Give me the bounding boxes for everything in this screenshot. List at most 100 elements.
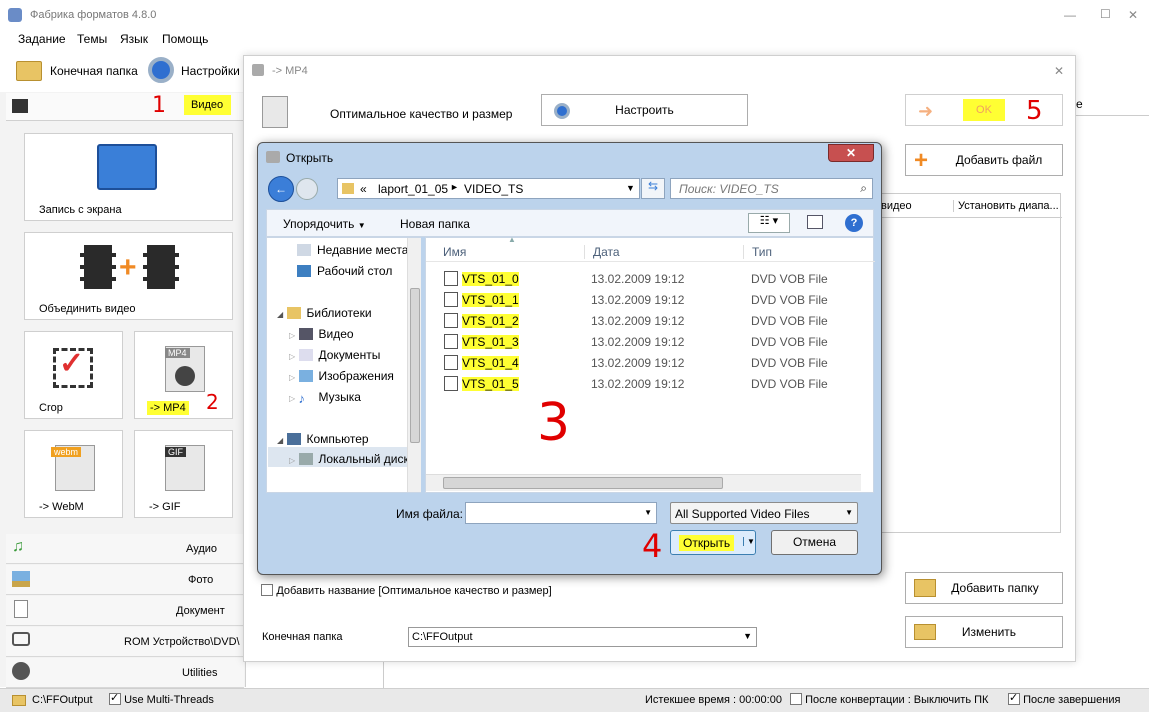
file-name: VTS_01_5 (462, 377, 519, 391)
cancel-button[interactable]: Отмена (771, 530, 858, 555)
tree-item-local-disk[interactable]: ▷ Локальный диск (268, 447, 408, 467)
file-row[interactable]: VTS_01_5 13.02.2009 19:12 DVD VOB File (442, 374, 882, 394)
menu-language[interactable]: Язык (120, 32, 148, 46)
mp4-dialog-close[interactable]: ✕ (1054, 64, 1064, 78)
column-type[interactable]: Тип (743, 245, 772, 259)
file-row[interactable]: VTS_01_4 13.02.2009 19:12 DVD VOB File (442, 353, 882, 373)
tile-label: -> MP4 (147, 401, 189, 415)
filetype-select[interactable]: All Supported Video Files ▼ (670, 502, 858, 524)
add-name-checkbox[interactable]: Добавить название [Оптимальное качество … (261, 583, 552, 597)
change-label: Изменить (961, 625, 1017, 639)
tree-item-recent[interactable]: Недавние места (297, 243, 408, 257)
tile-merge-video[interactable]: + Объединить видео (24, 232, 233, 320)
after-finish-checkbox[interactable]: После завершения (1008, 691, 1120, 706)
column-date[interactable]: Дата (584, 245, 620, 259)
file-row[interactable]: VTS_01_2 13.02.2009 19:12 DVD VOB File (442, 311, 882, 331)
help-icon[interactable]: ? (845, 214, 863, 232)
status-path[interactable]: C:\FFOutput (32, 694, 93, 706)
tree-item-video[interactable]: ▷ Видео (289, 327, 354, 341)
column-range[interactable]: Установить диапа... (953, 200, 1059, 212)
settings-label: Настройки (181, 64, 240, 78)
app-titlebar: Фабрика форматов 4.8.0 — ☐ ✕ (0, 0, 1149, 30)
open-button[interactable]: Открыть ▼ (670, 530, 756, 555)
organize-menu[interactable]: Упорядочить ▼ (283, 217, 366, 231)
chevron-right-icon: ► (450, 182, 459, 192)
gear-icon (554, 103, 570, 119)
tree-item-documents[interactable]: ▷ Документы (289, 348, 380, 362)
tile-to-gif[interactable]: GIF -> GIF (134, 430, 233, 518)
preview-pane-button[interactable] (807, 215, 823, 229)
open-dialog-close[interactable]: ✕ (828, 144, 874, 162)
search-box[interactable]: Поиск: VIDEO_TS ⌕ (670, 178, 873, 199)
menu-task[interactable]: Задание (18, 32, 66, 46)
file-hscrollbar[interactable] (426, 474, 861, 491)
tree-scroll-thumb[interactable] (410, 288, 420, 443)
change-button[interactable]: Изменить (905, 616, 1063, 648)
tree-scrollbar[interactable] (407, 238, 421, 492)
back-button[interactable]: ← (268, 176, 294, 202)
add-file-button[interactable]: + Добавить файл (905, 144, 1063, 176)
collapse-icon: ▷ (289, 373, 296, 382)
section-photo[interactable]: Фото (6, 565, 244, 595)
section-audio[interactable]: ♫ Аудио (6, 534, 244, 564)
checkbox-box (109, 691, 121, 705)
add-folder-button[interactable]: Добавить папку (905, 572, 1063, 604)
minimize-button[interactable]: — (1064, 8, 1076, 22)
tree-label: Компьютер (306, 432, 369, 446)
configure-button[interactable]: Настроить (541, 94, 748, 126)
section-utilities[interactable]: Utilities (6, 658, 244, 688)
film-strip-icon (80, 245, 116, 289)
close-button[interactable]: ✕ (1128, 8, 1138, 22)
tile-screen-record[interactable]: Запись с экрана (24, 133, 233, 221)
file-row[interactable]: VTS_01_3 13.02.2009 19:12 DVD VOB File (442, 332, 882, 352)
tile-to-mp4[interactable]: MP4 -> MP4 2 (134, 331, 233, 419)
chevron-down-icon: ▼ (743, 631, 752, 641)
forward-button[interactable] (296, 178, 318, 200)
hscroll-thumb[interactable] (443, 477, 723, 489)
open-dialog-icon (266, 151, 280, 163)
after-convert-label: После конвертации : Выключить ПК (805, 694, 989, 706)
tree-item-libraries[interactable]: ◢ Библиотеки (277, 306, 372, 320)
tree-item-pictures[interactable]: ▷ Изображения (289, 369, 394, 383)
view-options-button[interactable]: ☷ ▾ (748, 213, 790, 233)
section-label: Фото (188, 574, 214, 586)
menu-help[interactable]: Помощь (162, 32, 208, 46)
after-convert-checkbox[interactable]: После конвертации : Выключить ПК (790, 693, 988, 706)
breadcrumb-item[interactable]: laport_01_05 (378, 182, 448, 196)
section-document[interactable]: Документ (6, 596, 244, 626)
column-name[interactable]: Имя (443, 245, 466, 259)
file-row[interactable]: VTS_01_0 13.02.2009 19:12 DVD VOB File (442, 269, 882, 289)
tree-label: Недавние места (317, 243, 409, 257)
tile-crop[interactable]: ✓ Crop (24, 331, 123, 419)
mp4-dialog-icon (252, 64, 264, 76)
multithreads-checkbox[interactable]: Use Multi-Threads (109, 691, 214, 706)
video-section-header[interactable]: 1 Видео (6, 93, 244, 121)
toolbar-output-folder[interactable]: Конечная папка (14, 57, 140, 85)
tile-label: -> WebM (39, 501, 84, 513)
maximize-button[interactable]: ☐ (1100, 7, 1111, 21)
breadcrumb-item[interactable]: VIDEO_TS (464, 182, 523, 196)
tree-item-computer[interactable]: ◢ Компьютер (277, 432, 369, 446)
new-folder-button[interactable]: Новая папка (400, 217, 470, 231)
desktop-icon (297, 265, 311, 277)
output-folder-select[interactable]: C:\FFOutput ▼ (408, 627, 757, 647)
tree-item-music[interactable]: ▷ ♪ Музыка (289, 390, 361, 406)
filename-input[interactable]: ▼ (465, 502, 657, 524)
refresh-button[interactable]: ⇆ (641, 178, 665, 199)
tile-label: Запись с экрана (39, 204, 122, 216)
column-video[interactable]: видео (881, 200, 912, 212)
tile-to-webm[interactable]: webm -> WebM (24, 430, 123, 518)
address-bar[interactable]: « laport_01_05 ► VIDEO_TS ▼ (337, 178, 640, 199)
toolbar-settings[interactable]: Настройки (146, 55, 246, 85)
file-type: DVD VOB File (751, 272, 828, 286)
folder-add-icon (914, 579, 936, 597)
tree-item-desktop[interactable]: Рабочий стол (297, 264, 392, 278)
menu-themes[interactable]: Темы (77, 32, 107, 46)
file-row[interactable]: VTS_01_1 13.02.2009 19:12 DVD VOB File (442, 290, 882, 310)
section-label: Документ (176, 605, 225, 617)
ok-button[interactable]: ➜ OK 5 (905, 94, 1063, 126)
collapse-icon: ▷ (289, 352, 296, 361)
add-folder-label: Добавить папку (951, 581, 1039, 595)
main-list-area (383, 662, 1149, 688)
section-rom[interactable]: ROM Устройство\DVD\ (6, 627, 244, 657)
